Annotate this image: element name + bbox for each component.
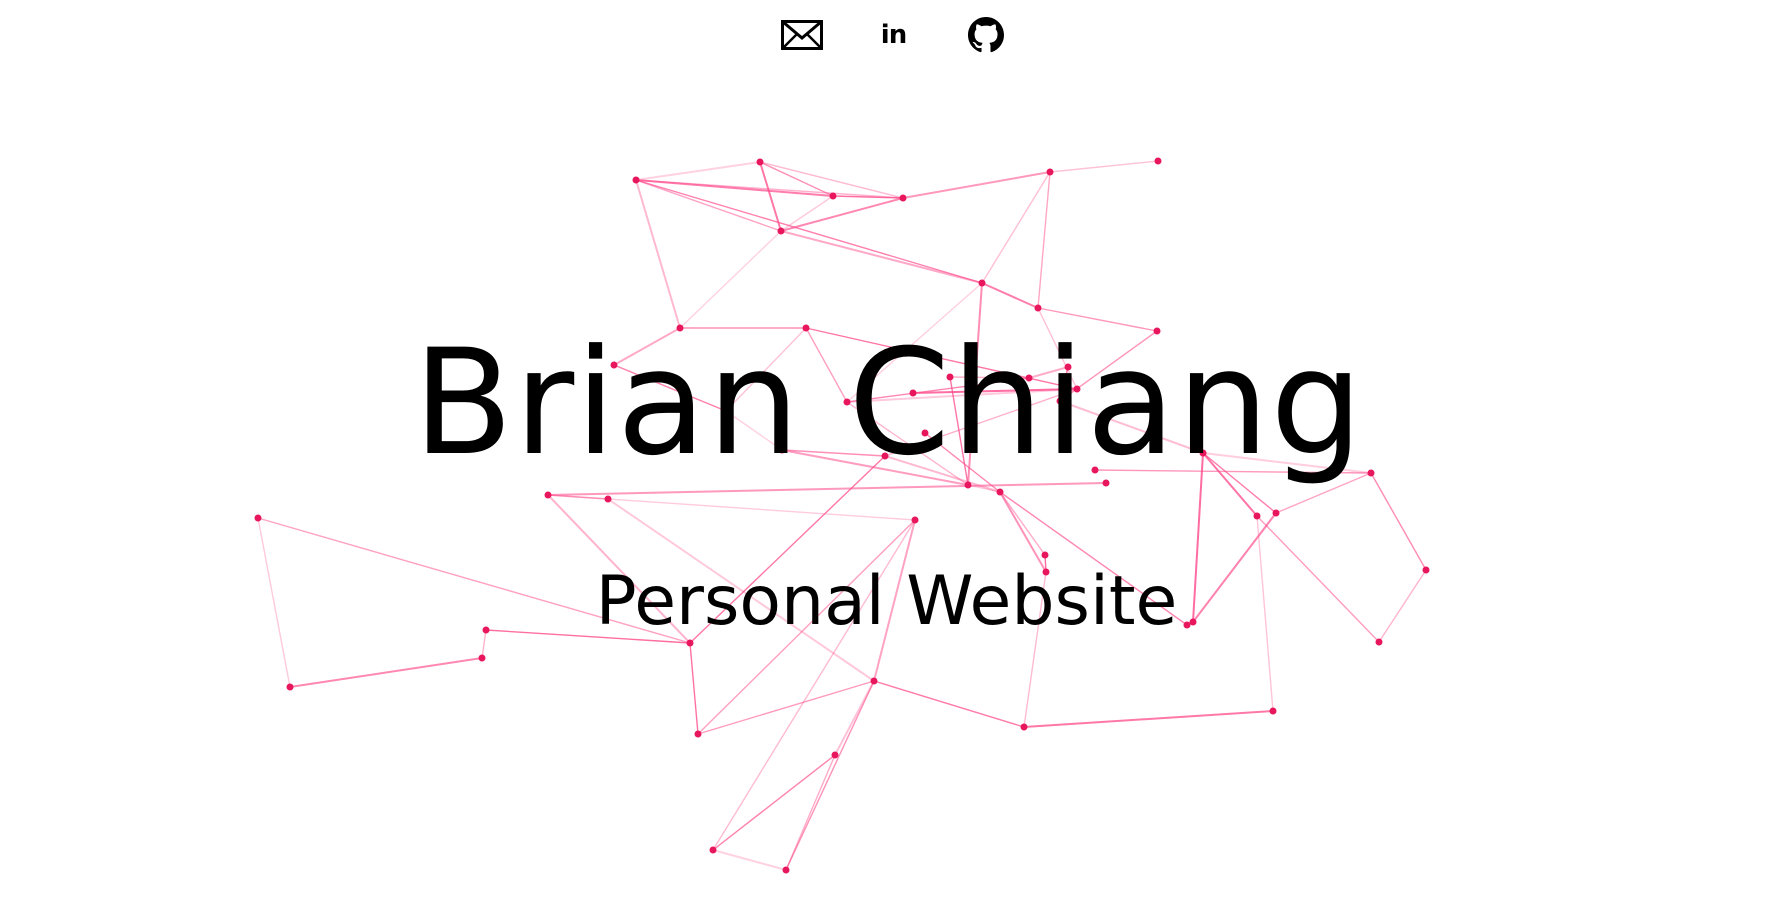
network-line xyxy=(902,171,1051,199)
network-line xyxy=(289,657,483,688)
page-subtitle: Personal Website xyxy=(595,562,1178,641)
network-node xyxy=(782,866,790,874)
network-line xyxy=(999,491,1046,556)
network-node xyxy=(1253,512,1261,520)
network-node xyxy=(777,227,785,235)
network-line xyxy=(832,195,904,199)
network-node xyxy=(978,279,986,287)
network-node xyxy=(709,846,717,854)
network-node xyxy=(544,491,552,499)
network-line xyxy=(780,230,983,284)
network-node xyxy=(1020,723,1028,731)
network-line xyxy=(1037,171,1051,309)
network-line xyxy=(1370,472,1427,571)
network-node xyxy=(478,654,486,662)
network-line xyxy=(635,179,983,284)
network-line xyxy=(635,161,761,181)
network-node xyxy=(899,194,907,202)
social-links-bar: in xyxy=(0,10,1787,60)
network-node xyxy=(254,514,262,522)
network-line xyxy=(873,680,1025,728)
network-line xyxy=(712,849,787,871)
network-node xyxy=(831,751,839,759)
network-node xyxy=(1046,168,1054,176)
network-node xyxy=(1269,707,1277,715)
network-node xyxy=(632,176,640,184)
network-node xyxy=(286,683,294,691)
network-line xyxy=(607,498,916,521)
network-node xyxy=(870,677,878,685)
linkedin-icon: in xyxy=(880,20,907,50)
github-link[interactable] xyxy=(963,12,1009,58)
network-node xyxy=(1375,638,1383,646)
network-node xyxy=(694,730,702,738)
network-node xyxy=(996,488,1004,496)
network-node xyxy=(1034,304,1042,312)
network-line xyxy=(689,642,699,735)
network-line xyxy=(981,282,1039,309)
network-line xyxy=(999,491,1047,573)
network-line xyxy=(635,179,681,329)
network-node xyxy=(1154,157,1162,165)
network-node xyxy=(756,158,764,166)
github-icon xyxy=(967,17,1004,53)
network-line xyxy=(1023,710,1274,728)
network-line xyxy=(780,197,904,232)
page-title: Brian Chiang xyxy=(413,318,1364,488)
network-line xyxy=(1049,160,1159,173)
network-line xyxy=(981,171,1051,284)
network-node xyxy=(829,192,837,200)
network-node xyxy=(1041,551,1049,559)
network-node xyxy=(1272,509,1280,517)
network-node xyxy=(604,495,612,503)
network-line xyxy=(679,230,782,329)
linkedin-link[interactable]: in xyxy=(871,12,917,58)
envelope-icon xyxy=(780,20,823,50)
email-link[interactable] xyxy=(779,12,825,58)
network-node xyxy=(911,516,919,524)
